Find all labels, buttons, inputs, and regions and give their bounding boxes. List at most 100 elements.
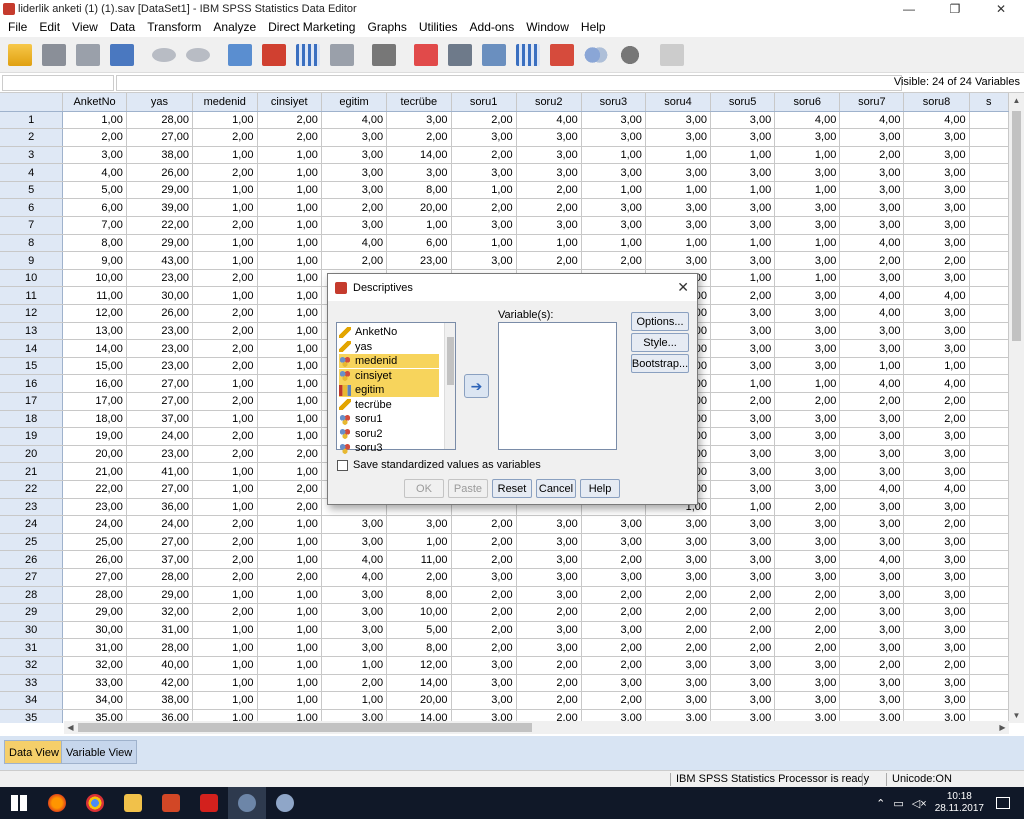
data-cell[interactable]: 3,00 [710, 216, 776, 235]
data-cell[interactable]: 3,00 [839, 339, 905, 358]
column-header[interactable]: AnketNo [62, 93, 127, 112]
data-cell[interactable]: 2,00 [62, 128, 127, 147]
data-cell[interactable] [969, 621, 1009, 640]
data-cell[interactable]: 3,00 [710, 674, 776, 693]
data-cell[interactable]: 2,00 [839, 251, 905, 270]
row-number[interactable]: 14 [0, 339, 64, 358]
data-cell[interactable]: 1,00 [192, 146, 258, 165]
data-cell[interactable] [969, 198, 1009, 218]
data-cell[interactable]: 3,00 [451, 251, 517, 270]
data-cell[interactable]: 2,00 [192, 322, 258, 341]
data-cell[interactable]: 3,00 [839, 322, 905, 341]
select-cases-button[interactable] [444, 40, 475, 70]
data-cell[interactable]: 2,00 [581, 691, 646, 710]
data-cell[interactable]: 3,00 [839, 691, 905, 710]
bootstrap-button[interactable]: Bootstrap... [631, 354, 689, 373]
reset-button[interactable]: Reset [492, 479, 532, 498]
data-cell[interactable]: 3,00 [516, 638, 582, 657]
goto-case-button[interactable] [224, 40, 255, 70]
open-button[interactable] [4, 40, 35, 70]
data-cell[interactable]: 3,00 [774, 656, 841, 675]
menu-edit[interactable]: Edit [33, 18, 66, 37]
data-cell[interactable]: 3,00 [321, 638, 388, 657]
data-cell[interactable]: 4,00 [903, 374, 970, 393]
data-cell[interactable]: 2,00 [321, 674, 388, 693]
data-cell[interactable]: 1,00 [257, 269, 322, 288]
taskbar-powerpoint[interactable] [152, 787, 190, 819]
menu-utilities[interactable]: Utilities [413, 18, 464, 37]
start-button[interactable] [0, 787, 38, 819]
data-cell[interactable]: 8,00 [386, 586, 452, 605]
data-cell[interactable]: 3,00 [321, 146, 388, 165]
data-cell[interactable]: 3,00 [516, 163, 582, 182]
data-cell[interactable]: 3,00 [645, 568, 712, 587]
data-cell[interactable]: 27,00 [126, 374, 193, 393]
column-header[interactable]: soru4 [645, 93, 712, 112]
data-cell[interactable]: 3,00 [581, 674, 646, 693]
row-number[interactable]: 2 [0, 128, 64, 147]
data-cell[interactable]: 1,00 [192, 251, 258, 270]
ok-button[interactable]: OK [404, 479, 444, 498]
data-cell[interactable]: 3,00 [903, 128, 970, 147]
data-cell[interactable]: 1,00 [710, 234, 776, 253]
column-header[interactable]: soru2 [516, 93, 582, 112]
data-cell[interactable]: 3,00 [710, 550, 776, 569]
maximize-button[interactable]: ❐ [932, 0, 978, 18]
data-cell[interactable]: 3,00 [386, 111, 452, 130]
data-cell[interactable]: 3,00 [774, 251, 841, 270]
column-header[interactable]: soru3 [581, 93, 646, 112]
column-header[interactable]: yas [126, 93, 193, 112]
row-number[interactable]: 8 [0, 234, 64, 253]
data-cell[interactable]: 2,00 [192, 163, 258, 182]
data-cell[interactable]: 2,00 [192, 269, 258, 288]
data-cell[interactable]: 1,00 [257, 638, 322, 657]
data-cell[interactable]: 41,00 [126, 462, 193, 481]
data-cell[interactable] [969, 515, 1009, 534]
data-cell[interactable]: 3,00 [903, 603, 970, 622]
data-cell[interactable]: 27,00 [62, 568, 127, 587]
data-cell[interactable]: 6,00 [62, 198, 127, 218]
data-cell[interactable]: 2,00 [516, 691, 582, 710]
data-cell[interactable]: 2,00 [192, 357, 258, 376]
data-cell[interactable]: 3,00 [710, 427, 776, 446]
data-cell[interactable]: 4,00 [774, 111, 841, 130]
data-cell[interactable]: 2,00 [581, 603, 646, 622]
data-cell[interactable]: 3,00 [839, 568, 905, 587]
data-cell[interactable]: 8,00 [386, 638, 452, 657]
data-cell[interactable]: 3,00 [774, 533, 841, 552]
circles-button[interactable] [614, 40, 645, 70]
data-cell[interactable]: 1,00 [192, 234, 258, 253]
row-number[interactable]: 30 [0, 621, 64, 640]
data-cell[interactable]: 2,00 [192, 568, 258, 587]
data-cell[interactable]: 2,00 [516, 656, 582, 675]
data-cell[interactable]: 1,00 [62, 111, 127, 130]
data-cell[interactable] [969, 146, 1009, 165]
data-cell[interactable] [969, 445, 1009, 464]
row-number[interactable]: 27 [0, 568, 64, 587]
data-cell[interactable]: 4,00 [839, 286, 905, 306]
data-cell[interactable]: 37,00 [126, 410, 193, 429]
data-cell[interactable]: 3,00 [710, 568, 776, 587]
data-cell[interactable]: 4,00 [321, 550, 388, 569]
data-cell[interactable]: 1,00 [192, 198, 258, 218]
data-cell[interactable]: 10,00 [62, 269, 127, 288]
data-cell[interactable]: 28,00 [126, 111, 193, 130]
data-cell[interactable]: 31,00 [62, 638, 127, 657]
data-cell[interactable] [969, 374, 1009, 393]
data-cell[interactable]: 1,00 [192, 498, 258, 517]
data-cell[interactable]: 1,00 [710, 269, 776, 288]
spell-check-button[interactable] [656, 40, 687, 70]
data-cell[interactable]: 2,00 [451, 603, 517, 622]
data-cell[interactable]: 2,00 [645, 586, 712, 605]
data-cell[interactable]: 2,00 [451, 146, 517, 165]
data-cell[interactable]: 1,00 [192, 480, 258, 499]
data-cell[interactable]: 1,00 [257, 427, 322, 446]
data-cell[interactable]: 2,00 [386, 568, 452, 587]
data-cell[interactable]: 23,00 [62, 498, 127, 517]
data-cell[interactable]: 17,00 [62, 392, 127, 411]
data-cell[interactable]: 3,00 [581, 198, 646, 218]
data-cell[interactable]: 3,00 [839, 498, 905, 517]
tray-chevron-icon[interactable]: ⌃ [876, 797, 885, 810]
data-cell[interactable]: 3,00 [903, 427, 970, 446]
data-cell[interactable]: 1,00 [192, 111, 258, 130]
